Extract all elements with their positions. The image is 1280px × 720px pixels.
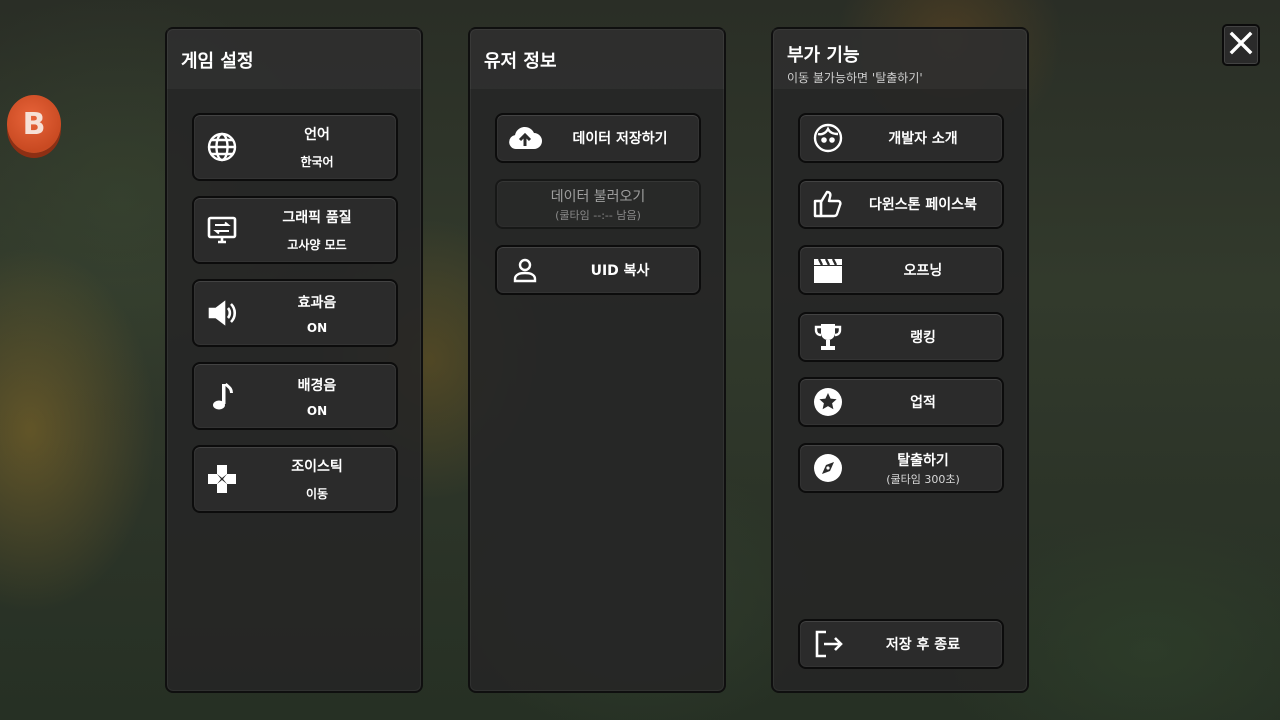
extras-panel: 부가 기능 이동 불가능하면 '탈출하기' 개발자 소개 다윈스톤 페이스북 오… — [771, 27, 1029, 693]
dpad-icon — [204, 461, 240, 497]
escape-cooldown: (쿨타임 300초) — [886, 472, 960, 486]
clapperboard-icon — [810, 252, 846, 288]
copy-uid-label: UID 복사 — [590, 263, 650, 279]
compass-icon — [810, 450, 846, 486]
escape-button[interactable]: 탈출하기 (쿨타임 300초) — [798, 443, 1004, 493]
trophy-icon — [810, 319, 846, 355]
save-and-quit-button[interactable]: 저장 후 종료 — [798, 619, 1004, 669]
user-info-panel: 유저 정보 데이터 저장하기 데이터 불러오기 (쿨타임 --:-- 남음) U… — [468, 27, 726, 693]
graphics-quality-label: 그래픽 품질 — [282, 210, 352, 226]
load-data-cooldown: (쿨타임 --:-- 남음) — [555, 208, 641, 222]
background-music-label: 배경음 — [297, 377, 337, 394]
extras-title: 부가 기능 — [787, 45, 860, 66]
cloud-upload-icon — [507, 120, 543, 156]
achievements-label: 업적 — [910, 395, 936, 411]
game-settings-title: 게임 설정 — [181, 51, 254, 72]
language-button[interactable]: 언어 한국어 — [192, 113, 398, 181]
speaker-icon — [204, 295, 240, 331]
graphics-quality-button[interactable]: 그래픽 품질 고사양 모드 — [192, 196, 398, 264]
extras-header: 부가 기능 이동 불가능하면 '탈출하기' — [773, 29, 1027, 89]
face-icon — [810, 120, 846, 156]
developer-intro-label: 개발자 소개 — [888, 131, 958, 147]
game-settings-header: 게임 설정 — [167, 29, 421, 89]
load-data-label: 데이터 불러오기 — [550, 188, 646, 205]
facebook-label: 다윈스톤 페이스북 — [869, 197, 977, 213]
star-icon — [810, 384, 846, 420]
exit-icon — [810, 626, 846, 662]
close-icon — [1229, 31, 1253, 59]
music-note-icon — [204, 378, 240, 414]
background-music-value: ON — [306, 403, 328, 418]
extras-subtitle: 이동 불가능하면 '탈출하기' — [787, 71, 923, 85]
sound-effects-button[interactable]: 효과음 ON — [192, 279, 398, 347]
user-info-title: 유저 정보 — [484, 51, 557, 72]
sound-effects-label: 효과음 — [297, 294, 337, 311]
language-label: 언어 — [304, 127, 330, 143]
save-data-label: 데이터 저장하기 — [572, 131, 668, 147]
achievements-button[interactable]: 업적 — [798, 377, 1004, 427]
opening-label: 오프닝 — [903, 263, 943, 279]
facebook-button[interactable]: 다윈스톤 페이스북 — [798, 179, 1004, 229]
close-button[interactable] — [1222, 24, 1260, 66]
load-data-button[interactable]: 데이터 불러오기 (쿨타임 --:-- 남음) — [495, 179, 701, 229]
globe-icon — [204, 129, 240, 165]
save-and-quit-label: 저장 후 종료 — [885, 637, 961, 653]
copy-uid-button[interactable]: UID 복사 — [495, 245, 701, 295]
developer-intro-button[interactable]: 개발자 소개 — [798, 113, 1004, 163]
opening-button[interactable]: 오프닝 — [798, 245, 1004, 295]
joystick-label: 조이스틱 — [291, 459, 343, 475]
b-badge[interactable]: B — [7, 95, 61, 153]
thumbs-up-icon — [810, 186, 846, 222]
monitor-icon — [204, 212, 240, 248]
joystick-button[interactable]: 조이스틱 이동 — [192, 445, 398, 513]
person-icon — [507, 252, 543, 288]
ranking-label: 랭킹 — [910, 330, 936, 346]
background-music-button[interactable]: 배경음 ON — [192, 362, 398, 430]
b-badge-letter: B — [22, 106, 46, 142]
ranking-button[interactable]: 랭킹 — [798, 312, 1004, 362]
user-info-header: 유저 정보 — [470, 29, 724, 89]
sound-effects-value: ON — [306, 320, 328, 335]
escape-label: 탈출하기 — [897, 452, 949, 469]
joystick-value: 이동 — [305, 487, 329, 501]
game-settings-panel: 게임 설정 언어 한국어 그래픽 품질 고사양 모드 효과음 ON 배경음 ON… — [165, 27, 423, 693]
save-data-button[interactable]: 데이터 저장하기 — [495, 113, 701, 163]
language-value: 한국어 — [300, 155, 334, 169]
graphics-quality-value: 고사양 모드 — [287, 238, 347, 252]
